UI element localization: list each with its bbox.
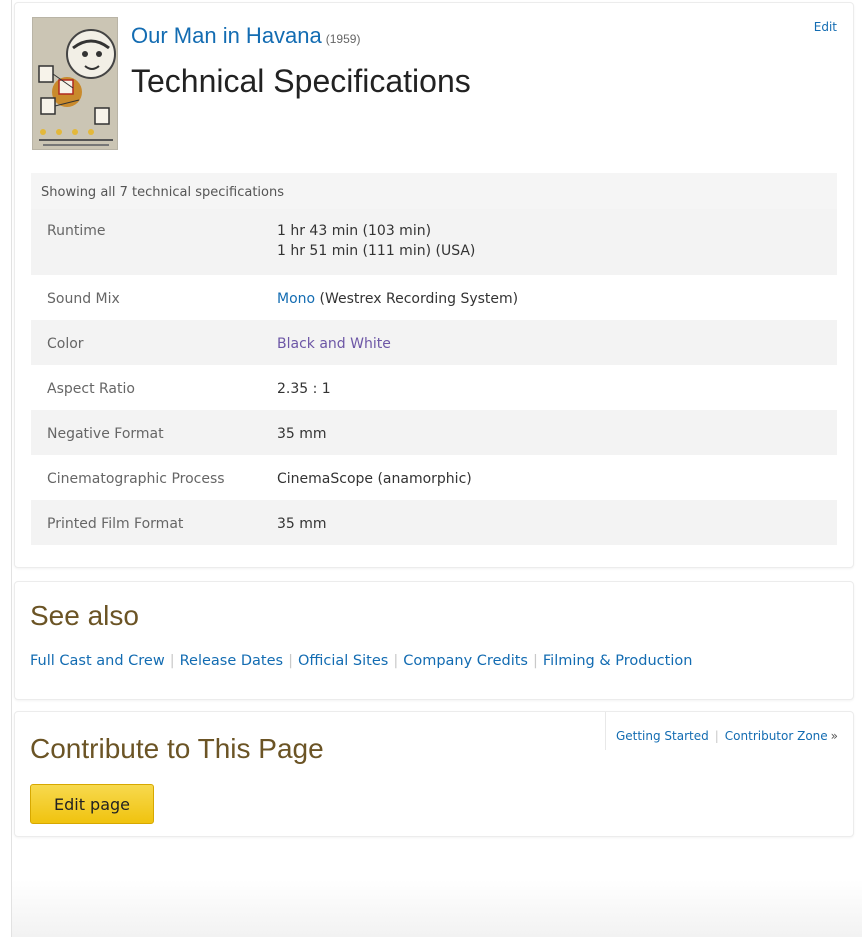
color-link[interactable]: Black and White xyxy=(277,336,391,352)
spec-row-color: Color Black and White xyxy=(31,320,837,365)
edit-page-button[interactable]: Edit page xyxy=(30,784,154,824)
spec-row-runtime: Runtime 1 hr 43 min (103 min) 1 hr 51 mi… xyxy=(31,209,837,275)
sound-mix-link[interactable]: Mono xyxy=(277,291,315,307)
spec-value: 35 mm xyxy=(277,426,327,442)
spec-value: 2.35 : 1 xyxy=(277,381,331,397)
contributor-links: Getting Started | Contributor Zone» xyxy=(604,712,838,750)
spec-row-cinematographic-process: Cinematographic Process CinemaScope (ana… xyxy=(31,455,837,500)
link-official-sites[interactable]: Official Sites xyxy=(298,653,388,669)
contribute-card: Contribute to This Page Getting Started |… xyxy=(14,711,854,837)
see-also-card: See also Full Cast and Crew | Release Date… xyxy=(14,581,854,700)
movie-title-line: Our Man in Havana (1959) xyxy=(131,23,360,49)
link-company-credits[interactable]: Company Credits xyxy=(403,653,528,669)
page-footer-band xyxy=(12,880,862,937)
contributor-zone-link[interactable]: Contributor Zone xyxy=(725,729,828,743)
contribute-heading: Contribute to This Page xyxy=(30,733,324,764)
spec-row-aspect-ratio: Aspect Ratio 2.35 : 1 xyxy=(31,365,837,410)
spec-label: Aspect Ratio xyxy=(47,381,135,397)
technical-specs-table: Showing all 7 technical specifications R… xyxy=(31,173,837,545)
spec-value-suffix: (Westrex Recording System) xyxy=(315,291,519,307)
link-separator: | xyxy=(532,653,538,669)
spec-value: 1 hr 51 min (111 min) (USA) xyxy=(277,243,476,259)
page-left-rule xyxy=(11,0,12,937)
spec-value: CinemaScope (anamorphic) xyxy=(277,471,472,487)
movie-poster-thumbnail[interactable] xyxy=(32,17,118,150)
spec-label: Printed Film Format xyxy=(47,516,184,532)
link-separator: | xyxy=(288,653,293,669)
link-filming-and-production[interactable]: Filming & Production xyxy=(543,653,693,669)
spec-value: 35 mm xyxy=(277,516,327,532)
spec-row-negative-format: Negative Format 35 mm xyxy=(31,410,837,455)
link-separator: | xyxy=(714,729,719,743)
getting-started-link[interactable]: Getting Started xyxy=(616,729,709,743)
movie-title-link[interactable]: Our Man in Havana xyxy=(131,23,322,48)
spec-row-printed-film-format: Printed Film Format 35 mm xyxy=(31,500,837,545)
spec-label: Color xyxy=(47,336,84,352)
link-release-dates[interactable]: Release Dates xyxy=(180,653,283,669)
link-separator: | xyxy=(393,653,399,669)
spec-label: Runtime xyxy=(47,223,106,239)
link-separator: | xyxy=(169,653,175,669)
see-also-links: Full Cast and Crew | Release Dates | Officia… xyxy=(30,653,692,669)
movie-year: (1959) xyxy=(325,32,361,46)
spec-value: 1 hr 43 min (103 min) xyxy=(277,223,432,239)
spec-label: Sound Mix xyxy=(47,291,120,307)
specs-caption: Showing all 7 technical specifications xyxy=(31,173,837,209)
edit-link[interactable]: Edit xyxy=(814,20,837,34)
double-chevron-right-icon: » xyxy=(830,729,838,743)
link-full-cast-and-crew[interactable]: Full Cast and Crew xyxy=(30,653,165,669)
spec-row-sound-mix: Sound Mix Mono (Westrex Recording System… xyxy=(31,275,837,320)
spec-label: Cinematographic Process xyxy=(47,471,225,487)
technical-specs-card: Our Man in Havana (1959) Technical Specif… xyxy=(14,2,854,568)
see-also-heading: See also xyxy=(30,600,139,631)
page-title: Technical Specifications xyxy=(131,63,471,99)
spec-label: Negative Format xyxy=(47,426,164,442)
